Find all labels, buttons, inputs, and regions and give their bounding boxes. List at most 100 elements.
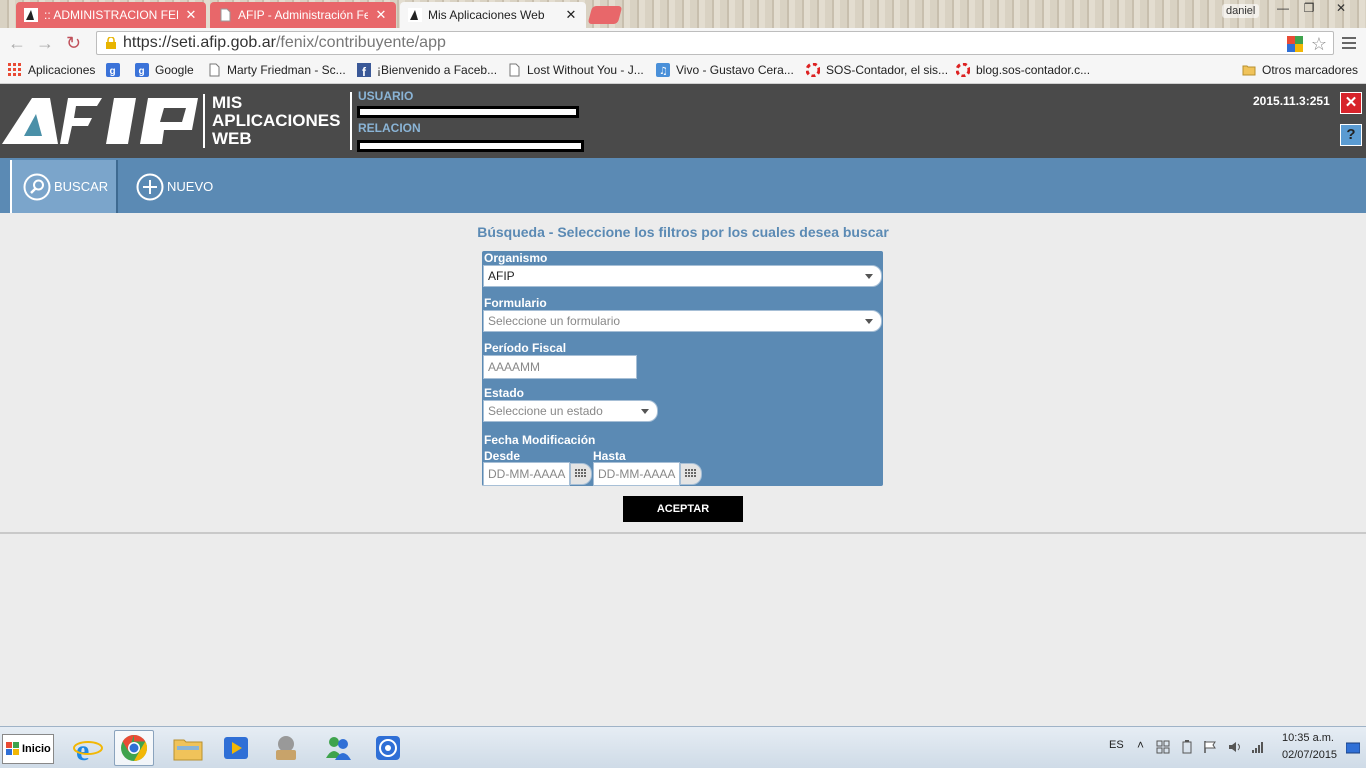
tab-label: :: ADMINISTRACION FEDE (44, 8, 178, 22)
estado-select[interactable]: Seleccione un estado (483, 400, 658, 422)
periodo-placeholder: AAAAMM (488, 360, 541, 374)
bookmark-blog-sos-contador[interactable]: blog.sos-contador.c... (956, 63, 1090, 77)
tray-expand-icon[interactable]: ˄ (1137, 738, 1144, 752)
chrome-menu-icon[interactable] (1342, 35, 1356, 51)
apps-grid-icon (8, 63, 21, 76)
bookmark-facebook[interactable]: f ¡Bienvenido a Faceb... (357, 63, 497, 77)
reload-icon[interactable]: ↻ (66, 32, 81, 54)
bookmark-sos-contador[interactable]: SOS-Contador, el sis... (806, 63, 948, 77)
tab-close-icon[interactable]: ✕ (184, 7, 198, 23)
menu-new[interactable]: NUEVO (136, 160, 226, 213)
tab-label: Mis Aplicaciones Web (428, 8, 545, 22)
periodo-input[interactable]: AAAAMM (483, 355, 637, 379)
windows-tray-icon[interactable] (1156, 740, 1170, 754)
network-signal-icon[interactable] (1251, 740, 1265, 754)
desde-label: Desde (484, 449, 521, 463)
back-icon[interactable]: ← (8, 32, 26, 54)
periodo-label: Período Fiscal (484, 341, 567, 355)
app-title-line: WEB (212, 129, 252, 148)
svg-text:g: g (110, 66, 116, 77)
music-icon: ♫ (656, 63, 670, 77)
chevron-down-icon (865, 319, 873, 324)
bookmark-label: Aplicaciones (28, 63, 96, 77)
forward-icon[interactable]: → (36, 32, 54, 54)
user-divider (350, 92, 352, 150)
taskbar-app-4[interactable] (266, 730, 306, 766)
address-bar[interactable]: https://seti.afip.gob.ar/fenix/contribuy… (96, 31, 1334, 55)
facebook-icon: f (357, 63, 371, 77)
hasta-label: Hasta (593, 449, 626, 463)
desde-placeholder: DD-MM-AAAA (488, 467, 566, 481)
minimize-icon[interactable]: — (1270, 0, 1296, 18)
afip-favicon-icon (24, 8, 38, 22)
tab-afip[interactable]: AFIP - Administración Fed ✕ (210, 2, 396, 28)
lifebuoy-icon (806, 63, 820, 77)
taskbar-messenger[interactable] (318, 730, 358, 766)
app-header: MIS APLICACIONES WEB USUARIO RELACION 20… (0, 84, 1366, 158)
taskbar-chrome[interactable] (114, 730, 154, 766)
tab-mis-aplicaciones[interactable]: Mis Aplicaciones Web ✕ (400, 2, 586, 28)
app-close-button[interactable]: ✕ (1340, 92, 1362, 114)
taskbar-explorer[interactable] (168, 730, 208, 766)
bookmark-star-icon[interactable]: ☆ (1311, 34, 1327, 55)
organismo-select[interactable]: AFIP (483, 265, 882, 287)
bookmark-aplicaciones[interactable]: Aplicaciones (8, 63, 95, 77)
bookmark-label: Google (155, 63, 194, 77)
tab-label: AFIP - Administración Fed (238, 8, 368, 22)
volume-icon[interactable] (1228, 740, 1242, 754)
clock-time[interactable]: 10:35 a.m. (1282, 732, 1334, 744)
tab-administracion[interactable]: :: ADMINISTRACION FEDE ✕ (16, 2, 206, 28)
estado-placeholder: Seleccione un estado (488, 404, 603, 418)
formulario-select[interactable]: Seleccione un formulario (483, 310, 882, 332)
tab-close-icon[interactable]: ✕ (374, 7, 388, 23)
desde-date-input[interactable]: DD-MM-AAAA (483, 462, 570, 486)
start-button[interactable]: Inicio (2, 734, 54, 764)
help-button[interactable]: ? (1340, 124, 1362, 146)
battery-icon[interactable] (1180, 740, 1194, 754)
bookmark-vivo[interactable]: ♫ Vivo - Gustavo Cera... (656, 63, 794, 77)
relation-value-redacted (357, 140, 584, 152)
taskbar-media-player[interactable] (216, 730, 256, 766)
taskbar-app-6[interactable] (368, 730, 408, 766)
page-divider (0, 532, 1366, 534)
bookmark-other-folder[interactable]: Otros marcadores (1242, 63, 1358, 77)
app-title-line: MIS (212, 93, 243, 112)
organismo-value: AFIP (488, 269, 515, 283)
action-center-flag-icon[interactable] (1203, 740, 1217, 754)
app-icon (276, 736, 296, 760)
bookmark-google[interactable]: g Google (135, 63, 194, 77)
new-tab-button[interactable] (587, 6, 623, 24)
bookmark-label: Marty Friedman - Sc... (227, 63, 346, 77)
menu-search[interactable]: BUSCAR (10, 160, 118, 213)
bookmark-lost-without-you[interactable]: Lost Without You - J... (507, 63, 644, 77)
restore-icon[interactable]: ❐ (1296, 0, 1322, 18)
desde-calendar-button[interactable] (570, 463, 592, 485)
page-icon (209, 63, 220, 77)
app-menu-bar: BUSCAR NUEVO (0, 158, 1366, 213)
window-close-icon[interactable]: ✕ (1328, 0, 1354, 18)
hasta-date-input[interactable]: DD-MM-AAAA (593, 462, 680, 486)
accept-button[interactable]: ACEPTAR (623, 496, 743, 522)
bookmark-marty-friedman[interactable]: Marty Friedman - Sc... (207, 63, 346, 77)
calendar-icon (575, 469, 586, 477)
chevron-down-icon (865, 274, 873, 279)
show-desktop-icon[interactable] (1346, 741, 1360, 755)
tab-close-icon[interactable]: ✕ (564, 7, 578, 23)
window-user-label: daniel (1222, 4, 1260, 18)
fecha-label: Fecha Modificación (484, 433, 596, 447)
browser-toolbar: ← → ↻ https://seti.afip.gob.ar/fenix/con… (0, 28, 1366, 58)
bookmark-google-1[interactable]: g (106, 63, 126, 77)
menu-search-label: BUSCAR (54, 179, 109, 194)
clock-date[interactable]: 02/07/2015 (1282, 749, 1337, 761)
network-icon (376, 736, 400, 760)
extension-icon[interactable] (1287, 36, 1303, 52)
hasta-calendar-button[interactable] (680, 463, 702, 485)
svg-text:e: e (76, 734, 89, 763)
app-title-line: APLICACIONES (212, 111, 341, 130)
bookmark-label: Otros marcadores (1262, 63, 1359, 77)
taskbar-internet-explorer[interactable]: e (68, 730, 108, 766)
windows-flag-icon (6, 742, 19, 755)
language-indicator[interactable]: ES (1109, 739, 1124, 751)
hasta-placeholder: DD-MM-AAAA (598, 467, 676, 481)
url-text: https://seti.afip.gob.ar/fenix/contribuy… (123, 34, 446, 52)
